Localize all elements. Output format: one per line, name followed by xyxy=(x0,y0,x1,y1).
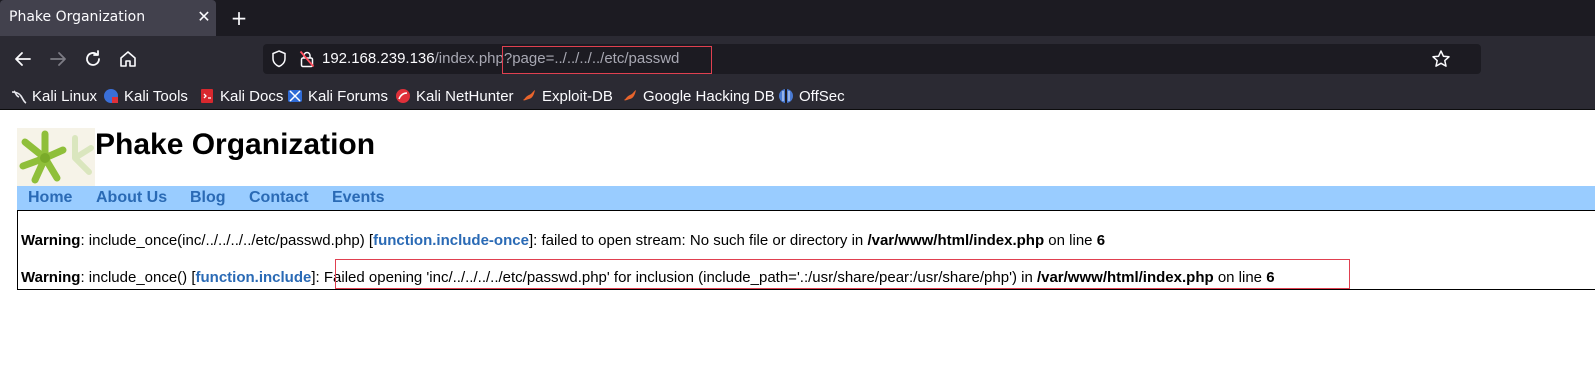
kali-nethunter-icon xyxy=(396,89,410,103)
function-link[interactable]: function.include-once xyxy=(373,232,529,249)
menu-item-about-us[interactable]: About Us xyxy=(96,189,167,207)
warning-text: on line xyxy=(1044,232,1097,249)
warning-file: /var/www/html/index.php xyxy=(867,232,1045,249)
reload-icon[interactable] xyxy=(82,48,104,70)
tracking-protection-shield-icon[interactable] xyxy=(271,50,287,68)
offsec-icon xyxy=(779,89,793,103)
warning-separator: : xyxy=(80,269,89,286)
bookmark-label: Kali Linux xyxy=(32,87,98,105)
browser-tab[interactable]: Phake Organization ✕ xyxy=(0,0,216,36)
php-warning-1: Warning: include_once(inc/../../../../et… xyxy=(21,232,1105,249)
bookmark-offsec[interactable]: OffSec xyxy=(778,86,845,106)
content-area: Warning: include_once(inc/../../../../et… xyxy=(17,210,1595,290)
exploit-db-icon xyxy=(523,90,535,101)
bookmark-kali-forums[interactable]: Kali Forums xyxy=(287,86,388,106)
warning-line-number: 6 xyxy=(1096,232,1106,249)
warning-label: Warning xyxy=(21,269,81,286)
warning-label: Warning xyxy=(21,232,81,249)
kali-tools-icon xyxy=(104,89,118,103)
home-icon[interactable] xyxy=(117,48,139,70)
menu-item-events[interactable]: Events xyxy=(332,189,384,207)
warning-text: ]: xyxy=(311,269,324,286)
address-bar[interactable]: 192.168.239.136/index.php?page=../../../… xyxy=(263,44,1481,74)
bookmarks-toolbar: Kali Linux Kali Tools Kali Docs Kali For… xyxy=(0,83,1595,110)
site-logo xyxy=(17,128,95,186)
bookmark-google-hacking-db[interactable]: Google Hacking DB xyxy=(622,86,775,106)
tab-title: Phake Organization xyxy=(9,9,146,25)
tab-strip: Phake Organization ✕ + xyxy=(0,0,1595,36)
bookmark-kali-tools[interactable]: Kali Tools xyxy=(103,86,188,106)
menu-item-blog[interactable]: Blog xyxy=(190,189,226,207)
new-tab-button[interactable]: + xyxy=(229,7,249,29)
close-tab-icon[interactable]: ✕ xyxy=(196,7,212,27)
bookmark-label: Kali Tools xyxy=(124,87,188,105)
bookmark-label: Kali NetHunter xyxy=(416,87,514,105)
kali-docs-icon xyxy=(201,89,213,103)
url-path: /index.php xyxy=(434,50,504,67)
bookmark-kali-nethunter[interactable]: Kali NetHunter xyxy=(395,86,514,106)
forward-icon[interactable] xyxy=(47,48,69,70)
url-query-highlight-box xyxy=(502,46,712,74)
bookmark-kali-docs[interactable]: Kali Docs xyxy=(199,86,283,106)
bookmark-kali-linux[interactable]: Kali Linux xyxy=(11,86,97,106)
kali-dragon-icon xyxy=(11,90,27,104)
bookmark-exploit-db[interactable]: Exploit-DB xyxy=(521,86,613,106)
warning-text: ]: failed to open stream: No such file o… xyxy=(528,232,868,249)
url-host: 192.168.239.136 xyxy=(322,50,435,67)
site-title: Phake Organization xyxy=(95,128,376,161)
ghdb-icon xyxy=(624,90,636,101)
warning-text: include_once() [ xyxy=(88,269,196,286)
navigation-toolbar: 192.168.239.136/index.php?page=../../../… xyxy=(0,36,1595,83)
warning-separator: : xyxy=(80,232,89,249)
function-link[interactable]: function.include xyxy=(196,269,312,286)
back-icon[interactable] xyxy=(12,48,34,70)
menu-item-contact[interactable]: Contact xyxy=(249,189,309,207)
bookmark-star-icon[interactable] xyxy=(1431,49,1451,69)
error-highlight-box xyxy=(335,259,1350,289)
bookmark-label: Kali Docs xyxy=(220,87,284,105)
insecure-lock-icon[interactable] xyxy=(299,50,315,68)
bookmark-label: Kali Forums xyxy=(308,87,389,105)
warning-text: include_once(inc/../../../../etc/passwd.… xyxy=(88,232,374,249)
bookmark-label: OffSec xyxy=(799,87,845,105)
menu-item-home[interactable]: Home xyxy=(28,189,72,207)
kali-forums-icon xyxy=(288,90,302,102)
bookmark-label: Exploit-DB xyxy=(542,87,613,105)
site-menu: Home About Us Blog Contact Events xyxy=(17,186,1595,210)
bookmark-label: Google Hacking DB xyxy=(643,87,775,105)
